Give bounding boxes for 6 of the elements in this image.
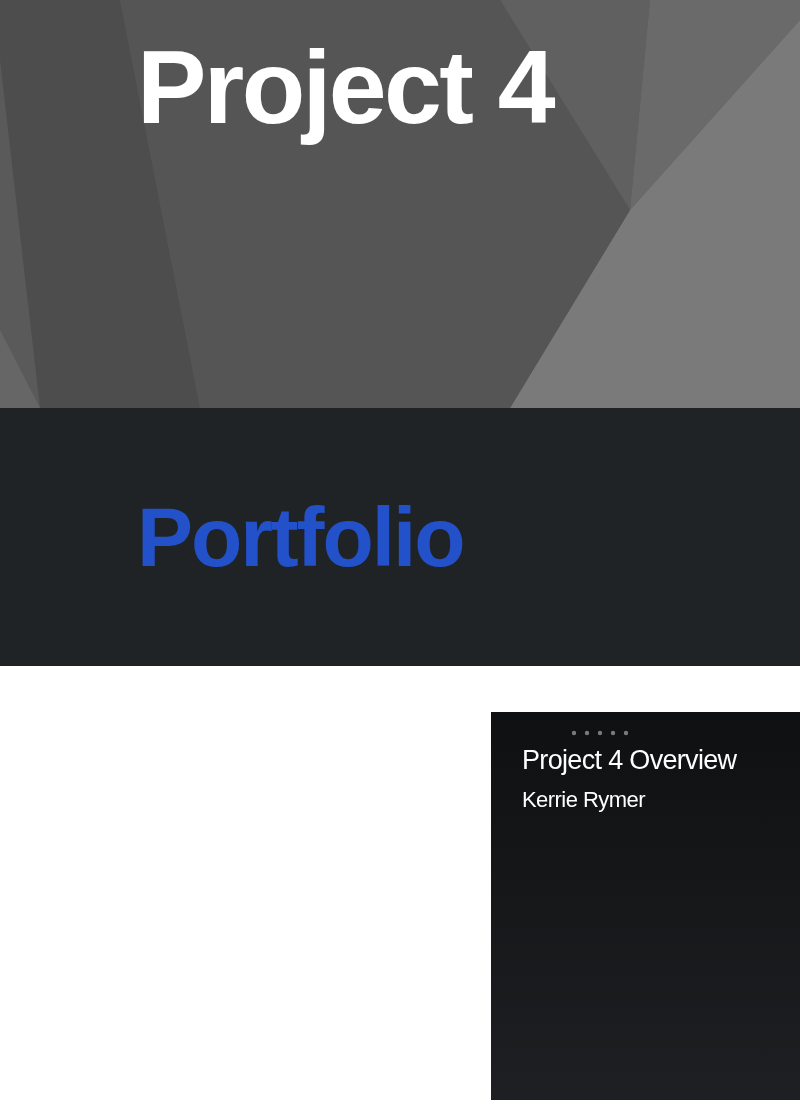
video-player[interactable]: Project 4 Overview Kerrie Rymer [491,712,800,1100]
dots-icon [571,730,629,736]
section-heading: Portfolio [137,495,464,579]
hero-title: Project 4 [136,28,556,147]
video-author[interactable]: Kerrie Rymer [522,785,800,814]
video-title[interactable]: Project 4 Overview [522,744,800,778]
